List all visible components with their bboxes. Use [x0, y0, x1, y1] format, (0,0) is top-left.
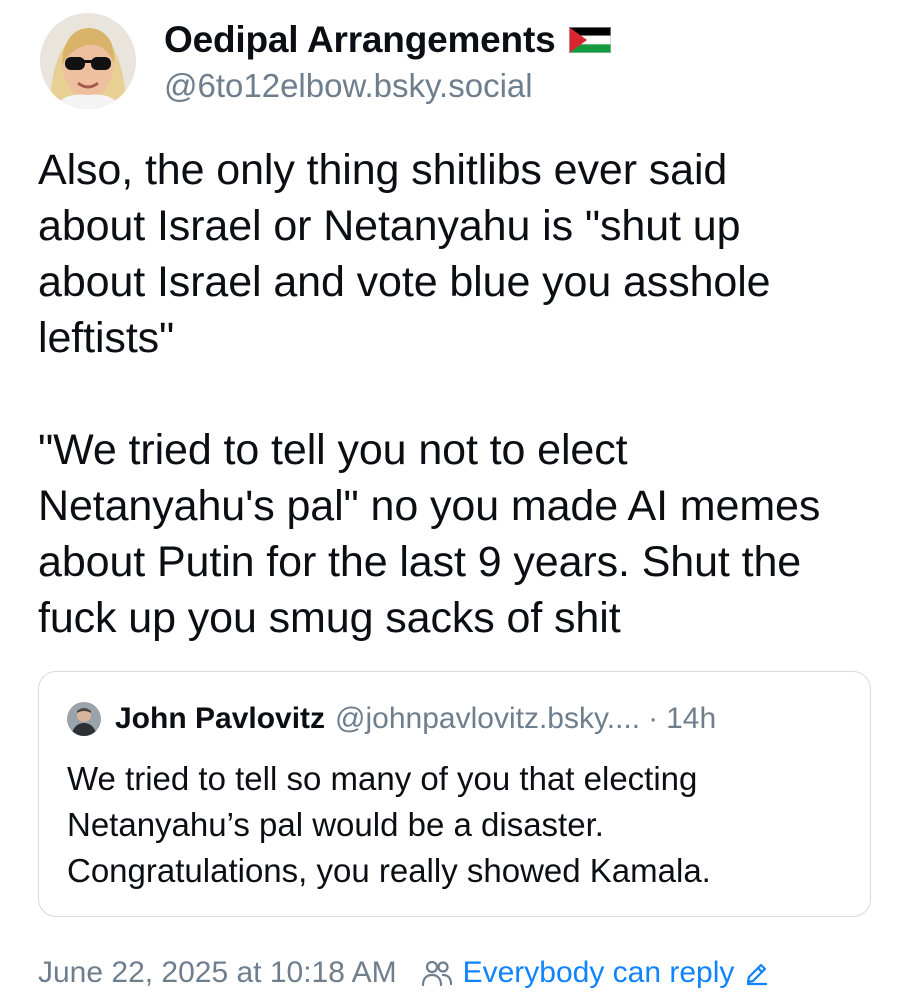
quoted-post-text: We tried to tell so many of you that ele…: [67, 760, 711, 889]
author-handle[interactable]: @6to12elbow.bsky.social: [164, 67, 611, 105]
author-text: Oedipal Arrangements @6to12elbow.bsky.so…: [164, 17, 612, 105]
palestine-flag-icon: [569, 27, 612, 53]
people-icon: [421, 960, 452, 987]
display-name-row: Oedipal Arrangements: [164, 17, 612, 63]
quoted-post-author-row: John Pavlovitz @johnpavlovitz.bsky.... ·…: [67, 702, 716, 736]
author-avatar[interactable]: [40, 13, 136, 109]
pencil-icon[interactable]: [744, 960, 770, 986]
quoted-post-time: 14h: [666, 702, 717, 735]
quoted-separator: ·: [648, 702, 659, 735]
quoted-author-avatar: [67, 702, 101, 736]
quoted-post[interactable]: John Pavlovitz @johnpavlovitz.bsky.... ·…: [38, 671, 871, 917]
post: Oedipal Arrangements @6to12elbow.bsky.so…: [0, 0, 911, 1000]
reply-setting-button[interactable]: Everybody can reply: [421, 956, 771, 990]
post-footer: June 22, 2025 at 10:18 AM Everybody can …: [38, 950, 770, 996]
post-author-row[interactable]: Oedipal Arrangements @6to12elbow.bsky.so…: [40, 13, 612, 109]
reply-setting-label[interactable]: Everybody can reply: [463, 956, 735, 990]
post-timestamp: June 22, 2025 at 10:18 AM: [38, 956, 397, 989]
author-display-name[interactable]: Oedipal Arrangements: [164, 19, 556, 61]
quoted-author-handle: @johnpavlovitz.bsky....: [335, 702, 641, 735]
quoted-author-display-name: John Pavlovitz: [115, 702, 326, 735]
post-text: Also, the only thing shitlibs ever said …: [38, 146, 821, 642]
